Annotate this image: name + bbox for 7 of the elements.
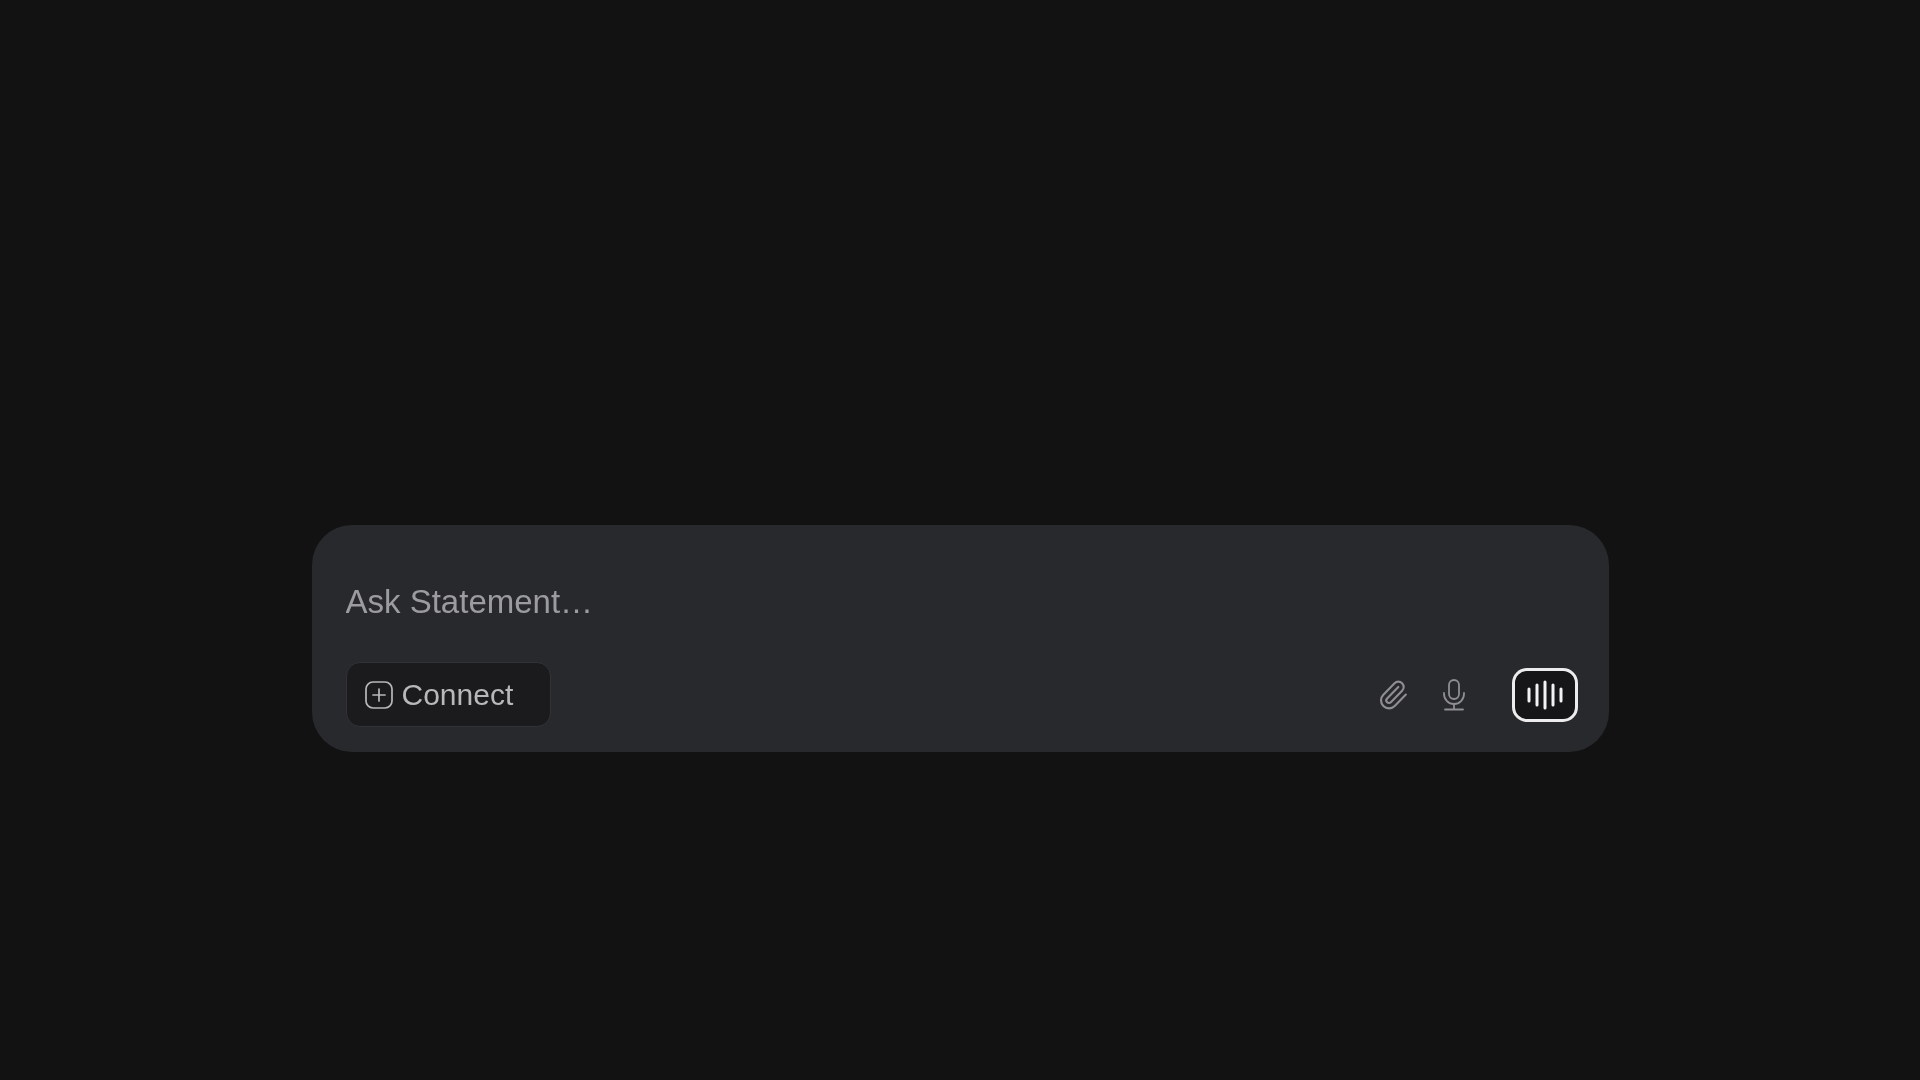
plus-icon <box>364 680 393 709</box>
voice-mode-button[interactable] <box>1511 667 1578 722</box>
microphone-icon <box>1441 678 1466 711</box>
connect-button[interactable]: Connect <box>345 662 551 727</box>
microphone-button[interactable] <box>1441 678 1466 711</box>
message-input[interactable]: Ask Statement… <box>345 580 1578 624</box>
waveform-icon <box>1526 679 1563 710</box>
